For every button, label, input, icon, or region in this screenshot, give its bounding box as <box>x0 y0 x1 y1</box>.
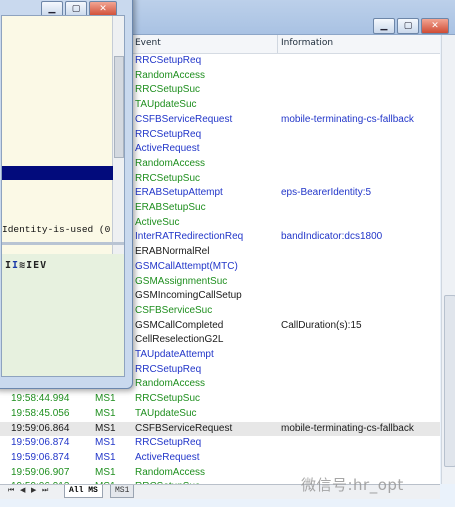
toolbar-icon-6[interactable]: V <box>40 260 46 271</box>
first-tab-icon[interactable]: ⏮ <box>8 486 14 495</box>
toolbar-icon-4[interactable]: I <box>26 260 32 271</box>
toolbar-icon-3[interactable]: ≋ <box>19 260 25 271</box>
column-divider[interactable] <box>277 35 278 53</box>
toolbar-icon-1[interactable]: I <box>5 260 11 271</box>
toolbar-icon-2[interactable]: I <box>12 260 18 271</box>
cell-event: RandomAccess <box>135 157 206 169</box>
toolbar-icon-5[interactable]: E <box>33 260 39 271</box>
cell-event: CSFBServiceRequest <box>135 422 233 434</box>
cell-event: ERABNormalRel <box>135 246 210 258</box>
cell-event: RandomAccess <box>135 466 206 478</box>
cell-ms: MS1 <box>95 422 116 434</box>
cell-event: RRCSetupReq <box>135 128 202 140</box>
watermark: 微信号:hr_opt <box>301 476 404 494</box>
cell-event: ERABSetupSuc <box>135 202 206 213</box>
cell-ms: MS1 <box>95 393 116 405</box>
cell-event: ActiveSuc <box>135 216 180 228</box>
close-button[interactable]: ✕ <box>421 18 449 34</box>
cell-event: GSMCallCompleted <box>135 319 224 331</box>
decode-toolbar: I I ≋ I E V <box>5 260 46 271</box>
detail-window: ▁ ▢ ✕ Identity-is-used (0 I I ≋ I E V <box>0 0 133 389</box>
tab-ms1[interactable]: MS1 <box>110 485 135 498</box>
hex-pane: I I ≋ I E V <box>2 254 124 376</box>
prev-tab-icon[interactable]: ◀ <box>20 486 25 494</box>
cell-event: CSFBServiceRequest <box>135 113 233 125</box>
cell-information: CallDuration(s):15 <box>281 319 362 331</box>
cell-event: RRCSetupSuc <box>135 393 201 405</box>
scrollbar-thumb[interactable] <box>444 295 455 467</box>
cell-event: TAUpdateSuc <box>135 99 197 111</box>
next-tab-icon[interactable]: ▶ <box>31 486 36 494</box>
cell-event: RRCSetupReq <box>135 55 202 66</box>
window-controls: ▁ ▢ ✕ <box>373 18 449 34</box>
cell-time: 19:58:45.056 <box>11 407 70 419</box>
cell-event: RRCSetupSuc <box>135 172 201 184</box>
cell-information: bandIndicator:dcs1800 <box>281 231 383 243</box>
maximize-button[interactable]: ▢ <box>397 18 419 34</box>
cell-time: 19:58:44.994 <box>11 393 70 405</box>
cell-event: TAUpdateAttempt <box>135 349 214 360</box>
cell-event: TAUpdateSuc <box>135 407 197 419</box>
cell-event: RRCSetupReq <box>135 363 202 375</box>
table-row[interactable]: 19:58:45.056 MS1 TAUpdateSuc <box>0 407 440 422</box>
vertical-scrollbar[interactable] <box>441 35 455 484</box>
cell-ms: MS1 <box>95 466 116 478</box>
cell-event: ERABSetupAttempt <box>135 187 223 199</box>
cell-ms: MS1 <box>95 437 116 449</box>
cell-event: CellReselectionG2L <box>135 334 224 346</box>
cell-time: 19:59:06.864 <box>11 422 70 434</box>
table-row[interactable]: 19:59:06.864 MS1 CSFBServiceRequest mobile-… <box>0 421 440 437</box>
cell-event: ActiveRequest <box>135 143 200 155</box>
column-header-information[interactable]: Information <box>281 38 333 48</box>
detail-scrollbar[interactable] <box>112 16 124 264</box>
cell-event: GSMAssignmentSuc <box>135 275 228 287</box>
cell-event: InterRATRedirectionReq <box>135 231 244 243</box>
last-tab-icon[interactable]: ⏭ <box>42 486 48 495</box>
tab-all-ms[interactable]: All MS <box>64 485 103 498</box>
column-header-event[interactable]: Event <box>135 38 161 48</box>
cell-time: 19:59:06.874 <box>11 451 70 463</box>
selected-tree-row[interactable] <box>2 166 113 180</box>
cell-event: CSFBServiceSuc <box>135 304 213 316</box>
identity-text: Identity-is-used (0 <box>2 224 111 235</box>
pane-splitter[interactable] <box>2 242 124 245</box>
cell-event: RRCSetupReq <box>135 437 202 449</box>
cell-information: mobile-terminating-cs-fallback <box>281 422 414 434</box>
detail-content: Identity-is-used (0 I I ≋ I E V <box>1 15 125 377</box>
cell-ms: MS1 <box>95 407 116 419</box>
cell-information: mobile-terminating-cs-fallback <box>281 113 414 125</box>
table-row[interactable]: 19:59:06.874 MS1 ActiveRequest <box>0 451 440 466</box>
cell-event: GSMCallAttempt(MTC) <box>135 260 238 272</box>
cell-time: 19:59:06.907 <box>11 466 70 478</box>
cell-ms: MS1 <box>95 451 116 463</box>
cell-information: eps-BearerIdentity:5 <box>281 187 372 199</box>
detail-scrollbar-thumb[interactable] <box>114 56 124 158</box>
cell-time: 19:59:06.874 <box>11 437 70 449</box>
cell-event: ActiveRequest <box>135 451 200 463</box>
cell-event: RandomAccess <box>135 378 206 390</box>
table-row[interactable]: 19:58:44.994 MS1 RRCSetupSuc <box>0 392 440 407</box>
cell-event: RRCSetupSuc <box>135 84 201 96</box>
table-row[interactable]: 19:59:06.874 MS1 RRCSetupReq <box>0 436 440 451</box>
cell-event: GSMIncomingCallSetup <box>135 290 242 302</box>
minimize-button[interactable]: ▁ <box>373 18 395 34</box>
cell-event: RandomAccess <box>135 69 206 81</box>
